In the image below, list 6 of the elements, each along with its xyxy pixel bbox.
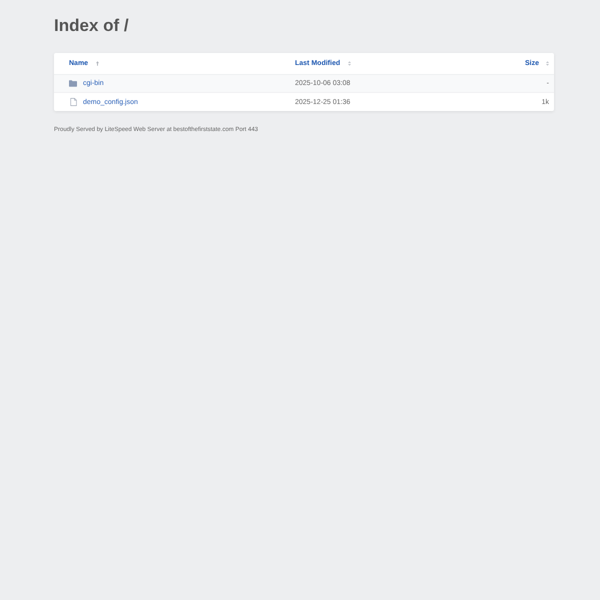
page-title: Index of / bbox=[54, 16, 130, 36]
sort-ascending-icon[interactable] bbox=[96, 61, 100, 66]
sort-icon[interactable] bbox=[348, 61, 352, 66]
file-icon bbox=[70, 98, 77, 106]
sort-icon[interactable] bbox=[546, 61, 549, 66]
folder-icon bbox=[69, 80, 77, 87]
